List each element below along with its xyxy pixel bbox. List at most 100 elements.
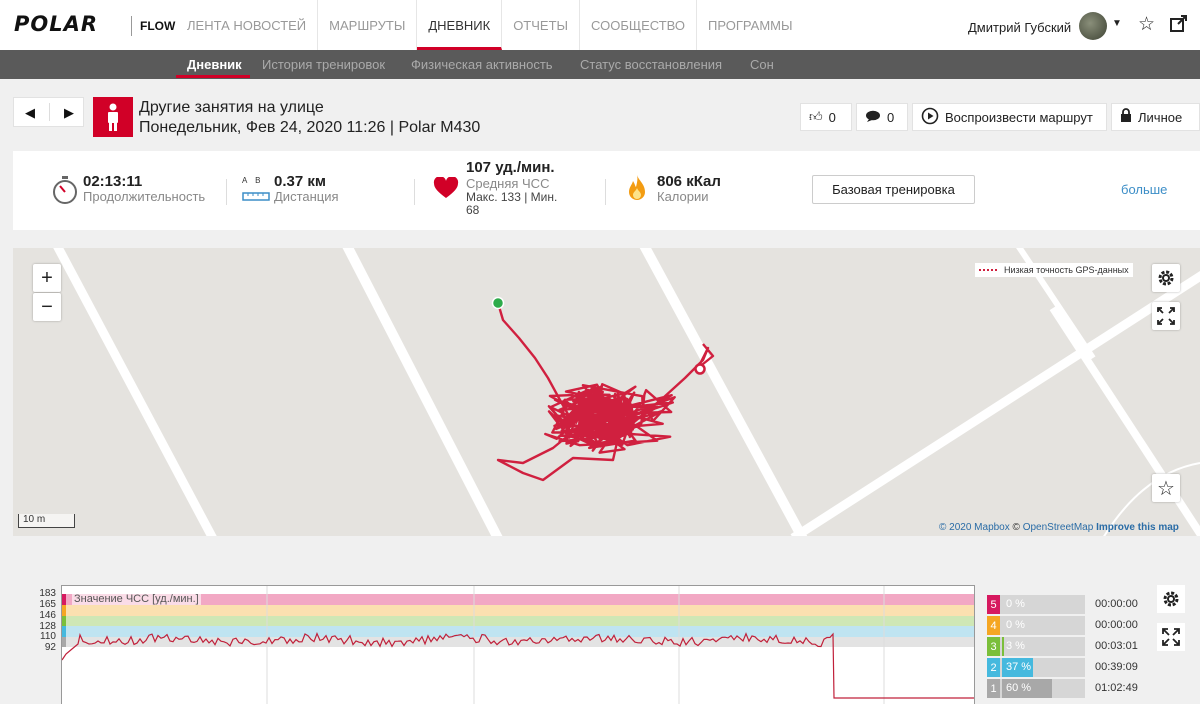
tab-training-history[interactable]: История тренировок [262, 57, 385, 72]
training-benefit-button[interactable]: Базовая тренировка [812, 175, 975, 204]
gps-legend-text: Низкая точность GPS-данных [1004, 265, 1129, 275]
street [342, 248, 503, 536]
top-navigation: POLAR FLOW ЛЕНТА НОВОСТЕЙ МАРШРУТЫ ДНЕВН… [0, 0, 1200, 50]
replay-route-button[interactable]: Воспроизвести маршрут [912, 103, 1107, 131]
comment-icon [865, 110, 881, 125]
polar-logo[interactable]: POLAR [14, 12, 98, 36]
zone-row-5: 5 0 % [987, 595, 1085, 614]
mapbox-link[interactable]: © 2020 Mapbox [939, 522, 1010, 533]
play-circle-icon [921, 107, 939, 128]
zone-row-3: 3 3 % [987, 637, 1085, 656]
heart-rate-value: 107 уд./мин. [466, 159, 555, 176]
zone-band-2 [62, 626, 974, 637]
nav-link-programs[interactable]: ПРОГРАММЫ [697, 0, 804, 50]
stopwatch-icon [52, 175, 78, 210]
zone-marker-3 [62, 616, 66, 626]
user-name[interactable]: Дмитрий Губский [968, 20, 1071, 35]
hr-series-label: Значение ЧСС [уд./мин.] [72, 593, 201, 605]
map-canvas [53, 248, 1200, 536]
chart-fullscreen-icon[interactable] [1157, 623, 1185, 651]
zone-marker-4 [62, 605, 66, 616]
dotted-line-icon [979, 269, 999, 271]
fullscreen-icon[interactable] [1152, 302, 1180, 330]
attribution-copyright: © [1012, 522, 1023, 533]
y-tick: 110 [40, 631, 56, 642]
prev-next-group: ◀ ▶ [13, 97, 84, 127]
street [790, 271, 1200, 536]
tab-diary[interactable]: Дневник [187, 57, 242, 72]
street [53, 248, 217, 536]
tab-activity[interactable]: Физическая активность [411, 57, 553, 72]
zone-fill [1002, 637, 1004, 656]
improve-map-link[interactable]: Improve this map [1096, 522, 1179, 533]
zone-time: 00:03:01 [1095, 640, 1138, 652]
thumbs-up-icon: 👍︎ [809, 109, 823, 124]
route-map[interactable]: + − Низкая точность GPS-данных ☆ 10 m © … [13, 248, 1200, 536]
main-nav: ЛЕНТА НОВОСТЕЙ МАРШРУТЫ ДНЕВНИК ОТЧЕТЫ С… [176, 0, 804, 50]
duration-label: Продолжительность [83, 189, 206, 204]
prev-arrow-icon[interactable]: ◀ [25, 105, 35, 121]
comment-button[interactable]: 0 [856, 103, 908, 131]
zone-row-1: 1 60 % [987, 679, 1085, 698]
zone-number: 1 [987, 679, 1000, 698]
duration-value: 02:13:11 [83, 173, 143, 190]
summary-divider [226, 179, 227, 205]
like-count: 0 [828, 109, 836, 125]
zoom-in-button[interactable]: + [33, 264, 61, 292]
zone-row-2: 2 37 % [987, 658, 1085, 677]
summary-divider [605, 179, 606, 205]
route-layer [491, 296, 715, 482]
star-icon[interactable]: ☆ [1138, 13, 1155, 36]
more-link[interactable]: больше [1121, 182, 1167, 197]
next-arrow-icon[interactable]: ▶ [64, 105, 74, 121]
y-tick: 183 [39, 588, 56, 599]
zone-marker-5 [62, 594, 66, 605]
hr-chart[interactable]: Значение ЧСС [уд./мин.] [61, 585, 975, 704]
share-icon[interactable] [1169, 13, 1189, 39]
chart-settings-gear-icon[interactable] [1157, 585, 1185, 613]
route-end-marker [694, 363, 706, 375]
zoom-out-button[interactable]: − [33, 293, 61, 321]
zone-time: 01:02:49 [1095, 682, 1138, 694]
calories-label: Калории [657, 189, 709, 204]
distance-label: Дистанция [274, 189, 339, 204]
map-favorite-star-icon[interactable]: ☆ [1152, 474, 1180, 502]
y-tick: 146 [39, 610, 56, 621]
flow-label: FLOW [140, 19, 176, 33]
zone-number: 5 [987, 595, 1000, 614]
zone-marker-1 [62, 637, 66, 647]
flame-icon [627, 174, 647, 207]
zone-number: 3 [987, 637, 1000, 656]
osm-link[interactable]: OpenStreetMap [1023, 522, 1094, 533]
workout-title: Другие занятия на улице [139, 99, 324, 116]
zone-percent: 0 % [1006, 619, 1025, 631]
zone-percent: 60 % [1006, 682, 1032, 694]
tab-recovery[interactable]: Статус восстановления [580, 57, 722, 72]
nav-link-feed[interactable]: ЛЕНТА НОВОСТЕЙ [176, 0, 319, 50]
like-button[interactable]: 👍︎ 0 [800, 103, 852, 131]
active-tab-indicator [176, 75, 250, 78]
map-settings-gear-icon[interactable] [1152, 264, 1180, 292]
nav-link-routes[interactable]: МАРШРУТЫ [318, 0, 418, 50]
y-tick: 165 [39, 599, 56, 610]
chevron-down-icon[interactable]: ▼ [1112, 18, 1122, 29]
workout-summary: 02:13:11 Продолжительность A B 0.37 км Д… [13, 151, 1200, 230]
sport-person-icon [93, 97, 133, 137]
avatar[interactable] [1079, 12, 1107, 40]
zone-percent: 3 % [1006, 640, 1025, 652]
gps-accuracy-legend: Низкая точность GPS-данных [975, 263, 1133, 277]
y-tick: 92 [44, 642, 56, 653]
ruler-icon [242, 189, 270, 207]
heart-rate-min-value: 68 [466, 203, 480, 217]
heart-icon [433, 176, 459, 204]
privacy-button[interactable]: Личное [1111, 103, 1200, 131]
nav-link-reports[interactable]: ОТЧЕТЫ [502, 0, 581, 50]
replay-label: Воспроизвести маршрут [945, 109, 1093, 125]
map-scale: 10 m [18, 514, 75, 528]
tab-sleep[interactable]: Сон [750, 57, 774, 72]
nav-link-diary[interactable]: ДНЕВНИК [417, 0, 503, 50]
zone-percent: 0 % [1006, 598, 1025, 610]
nav-link-community[interactable]: СООБЩЕСТВО [580, 0, 697, 50]
zone-number: 4 [987, 616, 1000, 635]
zone-band-3 [62, 616, 974, 626]
